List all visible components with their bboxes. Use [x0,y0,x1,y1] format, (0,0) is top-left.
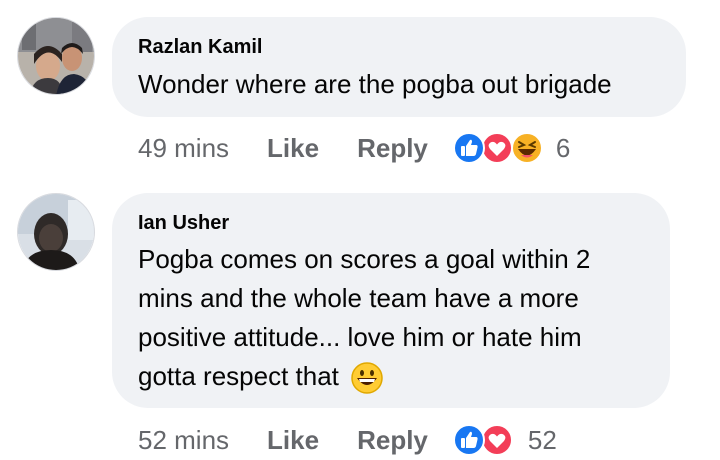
comment-bubble: Ian Usher Pogba comes on scores a goal w… [112,193,670,408]
comment-text-line: Pogba comes on scores a goal within 2 [138,244,591,274]
comment-timestamp[interactable]: 52 mins [138,425,229,456]
comment-author[interactable]: Ian Usher [138,213,644,233]
comment-bubble: Razlan Kamil Wonder where are the pogba … [112,17,686,117]
haha-icon [510,132,543,164]
reply-button[interactable]: Reply [357,425,428,456]
reaction-count[interactable]: 52 [528,425,557,456]
like-icon [452,132,485,164]
comment-actions: 52 mins Like Reply 52 [138,420,557,460]
reactions-summary[interactable] [452,131,543,165]
comment-text-line: gotta respect that [138,361,339,391]
comment-text-last-line: gotta respect that [138,357,644,396]
reactions-summary[interactable] [452,423,514,457]
reaction-count[interactable]: 6 [556,133,570,164]
like-button[interactable]: Like [267,425,319,456]
like-icon [452,424,485,456]
reply-button[interactable]: Reply [357,133,428,164]
comment-text-line: mins and the whole team have a more [138,283,579,313]
comment-text: Wonder where are the pogba out brigade [138,69,612,99]
comment-text-line: positive attitude... love him or hate hi… [138,322,582,352]
comment-timestamp[interactable]: 49 mins [138,133,229,164]
avatar[interactable] [17,17,95,95]
comment-author[interactable]: Razlan Kamil [138,37,660,57]
comment-actions: 49 mins Like Reply 6 [138,128,570,168]
avatar-photo [18,194,94,270]
grinning-face-emoji [351,362,383,394]
avatar-photo [18,18,94,94]
like-button[interactable]: Like [267,133,319,164]
avatar[interactable] [17,193,95,271]
